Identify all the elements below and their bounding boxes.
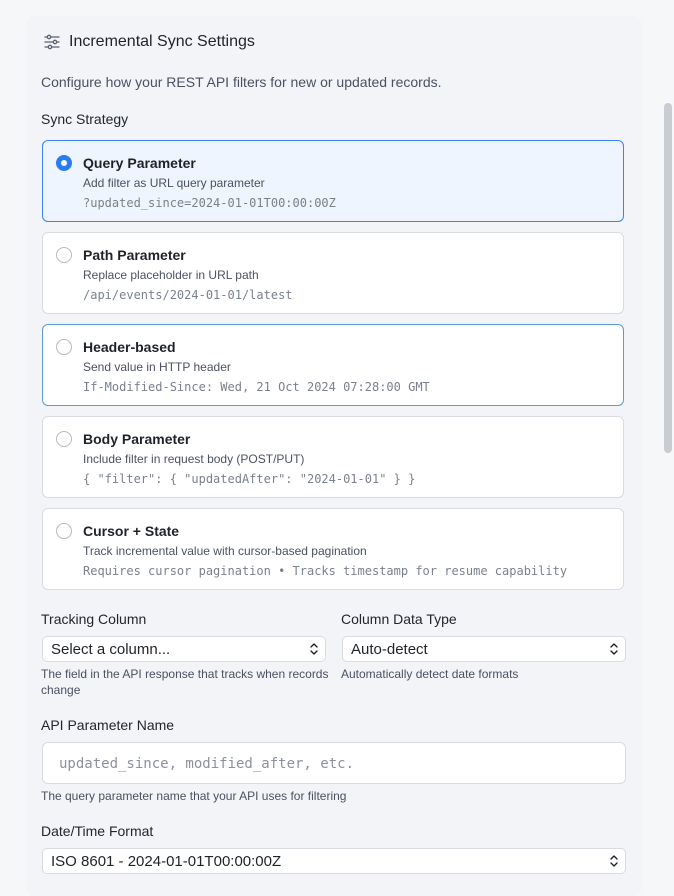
strategy-option-query-parameter[interactable]: Query Parameter Add filter as URL query … bbox=[42, 140, 624, 222]
api-parameter-name-label: API Parameter Name bbox=[41, 717, 175, 733]
tracking-column-label: Tracking Column bbox=[41, 611, 147, 627]
option-subtitle: Add filter as URL query parameter bbox=[83, 176, 265, 190]
radio-path-parameter[interactable] bbox=[56, 247, 72, 263]
option-title: Query Parameter bbox=[83, 155, 196, 171]
option-title: Header-based bbox=[83, 339, 176, 355]
datetime-format-select[interactable]: ISO 8601 - 2024-01-01T00:00:00Z bbox=[42, 848, 626, 874]
scrollbar[interactable] bbox=[664, 103, 672, 453]
section-description: Configure how your REST API filters for … bbox=[41, 74, 442, 90]
option-example: Requires cursor pagination • Tracks time… bbox=[83, 564, 568, 578]
datetime-format-value: ISO 8601 - 2024-01-01T00:00:00Z bbox=[51, 853, 282, 870]
radio-header-based[interactable] bbox=[56, 339, 72, 355]
section-header: Incremental Sync Settings bbox=[44, 33, 255, 51]
radio-body-parameter[interactable] bbox=[56, 431, 72, 447]
tracking-column-select[interactable]: Select a column... bbox=[42, 636, 326, 662]
option-example: { "filter": { "updatedAfter": "2024-01-0… bbox=[83, 472, 416, 486]
option-title: Cursor + State bbox=[83, 523, 180, 539]
column-data-type-value: Auto-detect bbox=[351, 641, 428, 658]
strategy-option-header-based[interactable]: Header-based Send value in HTTP header I… bbox=[42, 324, 624, 406]
option-subtitle: Send value in HTTP header bbox=[83, 360, 231, 374]
tracking-column-value: Select a column... bbox=[51, 641, 171, 658]
sliders-icon bbox=[44, 34, 60, 50]
column-data-type-label: Column Data Type bbox=[341, 611, 457, 627]
radio-query-parameter[interactable] bbox=[56, 155, 72, 171]
option-title: Body Parameter bbox=[83, 431, 191, 447]
option-subtitle: Track incremental value with cursor-base… bbox=[83, 544, 367, 558]
option-example: /api/events/2024-01-01/latest bbox=[83, 288, 293, 302]
option-subtitle: Include filter in request body (POST/PUT… bbox=[83, 452, 305, 466]
select-chevron-icon bbox=[610, 855, 618, 867]
api-parameter-name-input[interactable]: updated_since, modified_after, etc. bbox=[42, 742, 626, 784]
strategy-option-body-parameter[interactable]: Body Parameter Include filter in request… bbox=[42, 416, 624, 498]
option-example: If-Modified-Since: Wed, 21 Oct 2024 07:2… bbox=[83, 380, 430, 394]
datetime-format-label: Date/Time Format bbox=[41, 823, 154, 839]
select-chevron-icon bbox=[610, 643, 618, 655]
option-subtitle: Replace placeholder in URL path bbox=[83, 268, 259, 282]
page-title: Incremental Sync Settings bbox=[69, 33, 255, 50]
column-data-type-select[interactable]: Auto-detect bbox=[342, 636, 626, 662]
radio-cursor-state[interactable] bbox=[56, 523, 72, 539]
column-data-type-help: Automatically detect date formats bbox=[341, 667, 519, 681]
select-chevron-icon bbox=[310, 643, 318, 655]
option-example: ?updated_since=2024-01-01T00:00:00Z bbox=[83, 196, 336, 210]
strategy-option-path-parameter[interactable]: Path Parameter Replace placeholder in UR… bbox=[42, 232, 624, 314]
strategy-option-cursor-state[interactable]: Cursor + State Track incremental value w… bbox=[42, 508, 624, 590]
option-title: Path Parameter bbox=[83, 247, 186, 263]
api-parameter-name-placeholder: updated_since, modified_after, etc. bbox=[59, 756, 355, 772]
api-parameter-name-help: The query parameter name that your API u… bbox=[41, 789, 347, 803]
sync-strategy-label: Sync Strategy bbox=[41, 111, 129, 127]
tracking-column-help: The field in the API response that track… bbox=[41, 667, 329, 697]
